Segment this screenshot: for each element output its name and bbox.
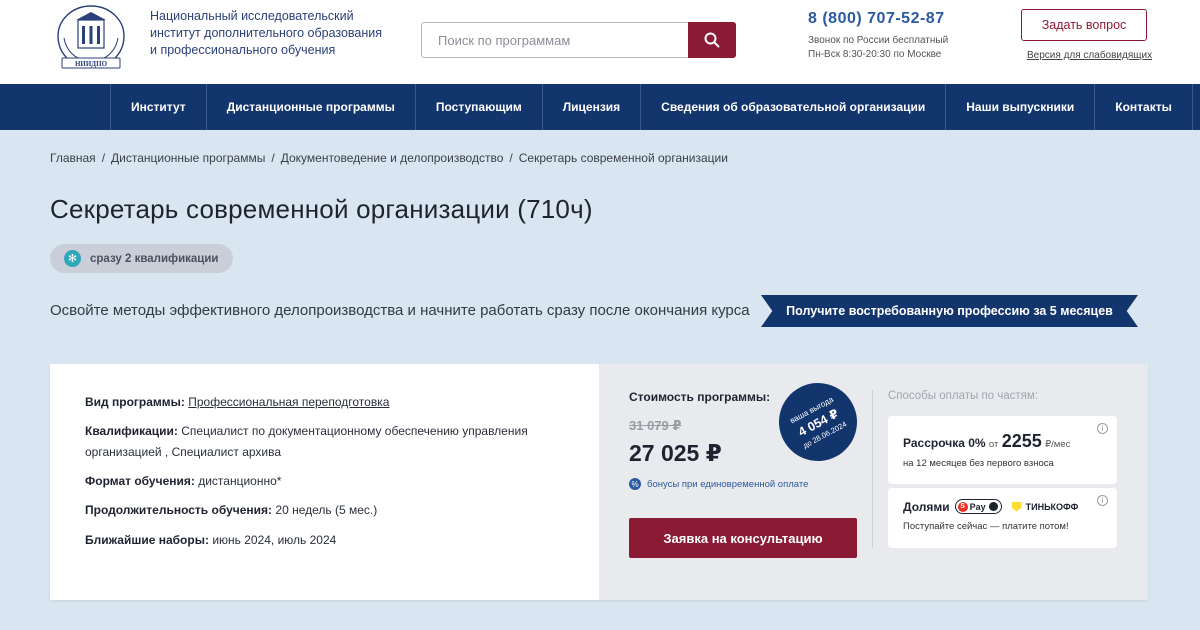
pricing-panel: Стоимость программы: 31 079 ₽ 27 025 ₽ %… <box>599 364 1148 600</box>
phone-note-line: Звонок по России бесплатный <box>808 35 949 46</box>
program-card: Вид программы: Профессиональная переподг… <box>50 364 1148 600</box>
format-label: Формат обучения: <box>85 474 195 488</box>
nav-item-graduates[interactable]: Наши выпускники <box>945 84 1094 130</box>
sberpay-logo-icon: S Pay <box>954 499 1002 514</box>
installment-note: на 12 месяцев без первого взноса <box>903 458 1054 469</box>
search-bar <box>421 22 736 58</box>
info-icon[interactable]: i <box>1097 423 1108 434</box>
ask-question-button[interactable]: Задать вопрос <box>1021 9 1147 41</box>
tinkoff-text: ТИНЬКОФФ <box>1025 501 1079 512</box>
page-title: Секретарь современной организации (710ч) <box>50 194 593 224</box>
installment-option[interactable]: i Рассрочка 0% от 2255 ₽/мес на 12 месяц… <box>888 416 1117 484</box>
phone-hours-line: Пн-Вск 8:30-20:30 по Москве <box>808 49 942 60</box>
intake-value: июнь 2024, июль 2024 <box>212 533 337 547</box>
phone-note: Звонок по России бесплатный Пн-Вск 8:30-… <box>808 34 948 62</box>
format-row: Формат обучения: дистанционно* <box>85 471 555 492</box>
nav-item-org-info[interactable]: Сведения об образовательной организации <box>640 84 945 130</box>
sparkle-icon: ✻ <box>64 250 81 267</box>
nav-item-distance-programs[interactable]: Дистанционные программы <box>205 84 415 130</box>
consultation-request-button[interactable]: Заявка на консультацию <box>629 518 857 558</box>
dolyami-label: Долями <box>903 499 950 514</box>
dolyami-option[interactable]: i Долями S Pay ТИНЬКОФФ Поступайте сейчас… <box>888 488 1117 548</box>
installment-unit: ₽/мес <box>1045 439 1071 450</box>
duration-value: 20 недель (5 мес.) <box>275 503 378 517</box>
ring-icon <box>988 502 998 511</box>
spay-text: Pay <box>969 501 986 512</box>
cost-label: Стоимость программы: <box>629 390 771 404</box>
dolyami-note: Поступайте сейчас — платите потом! <box>903 521 1069 532</box>
site-header: НИИДПО Национальный исследовательский ин… <box>0 0 1200 84</box>
accessibility-version-link[interactable]: Версия для слабовидящих <box>1027 50 1152 61</box>
search-icon <box>704 32 720 48</box>
installment-summary: Рассрочка 0% от 2255 ₽/мес <box>903 431 1070 452</box>
profession-ribbon: Получите востребованную профессию за 5 м… <box>761 295 1138 327</box>
format-value: дистанционно* <box>198 474 282 488</box>
info-icon[interactable]: i <box>1097 495 1108 506</box>
program-type-row: Вид программы: Профессиональная переподг… <box>85 392 555 413</box>
percent-icon: % <box>629 478 641 490</box>
sber-mark-icon: S <box>957 501 968 512</box>
installment-from: от <box>988 439 999 450</box>
qualifications-badge: ✻ сразу 2 квалификации <box>50 244 233 273</box>
program-type-link[interactable]: Профессиональная переподготовка <box>188 395 389 409</box>
divider <box>872 390 873 548</box>
program-type-label: Вид программы: <box>85 395 185 409</box>
tinkoff-shield-icon <box>1011 501 1022 512</box>
nav-item-institute[interactable]: Институт <box>110 84 206 130</box>
search-input[interactable] <box>422 23 688 57</box>
intake-row: Ближайшие наборы: июнь 2024, июль 2024 <box>85 530 555 551</box>
duration-label: Продолжительность обучения: <box>85 503 273 517</box>
breadcrumb-current: Секретарь современной организации <box>518 151 728 165</box>
breadcrumb-category[interactable]: Документоведение и делопроизводство <box>281 151 504 165</box>
search-button[interactable] <box>688 22 736 58</box>
breadcrumb-separator: / <box>509 151 513 165</box>
logo-text: НИИДПО <box>75 60 108 68</box>
intake-label: Ближайшие наборы: <box>85 533 209 547</box>
breadcrumb: Главная / Дистанционные программы / Документ… <box>50 151 728 165</box>
dolyami-row: Долями S Pay ТИНЬКОФФ <box>903 499 1078 514</box>
tinkoff-logo: ТИНЬКОФФ <box>1011 501 1079 512</box>
phone-number[interactable]: 8 (800) 707-52-87 <box>808 10 945 28</box>
institute-logo[interactable]: НИИДПО <box>50 2 132 70</box>
nav-item-applicants[interactable]: Поступающим <box>414 84 542 130</box>
nav-item-contacts[interactable]: Контакты <box>1094 84 1193 130</box>
installment-label: Рассрочка 0% <box>903 436 986 450</box>
page-subtitle: Освойте методы эффективного делопроизвод… <box>50 302 750 319</box>
badge-label: сразу 2 квалификации <box>90 252 219 265</box>
old-price: 31 079 ₽ <box>629 418 682 433</box>
benefit-badge: ваша выгода 4 054 ₽ до 28.06.2024 <box>765 369 871 475</box>
breadcrumb-separator: / <box>101 151 106 165</box>
qualifications-label: Квалификации: <box>85 424 178 438</box>
nav-list: Институт Дистанционные программы Поступа… <box>110 84 1193 130</box>
duration-row: Продолжительность обучения: 20 недель (5… <box>85 500 555 521</box>
installment-amount: 2255 <box>1001 431 1042 451</box>
breadcrumb-separator: / <box>271 151 275 165</box>
main-nav: Институт Дистанционные программы Поступа… <box>0 84 1200 130</box>
bonus-text: бонусы при единовременной оплате <box>647 478 809 490</box>
bonus-link[interactable]: % бонусы при единовременной оплате <box>629 478 808 490</box>
current-price: 27 025 ₽ <box>629 440 722 466</box>
program-details: Вид программы: Профессиональная переподг… <box>50 364 599 600</box>
breadcrumb-distance-programs[interactable]: Дистанционные программы <box>111 151 265 165</box>
nav-item-license[interactable]: Лицензия <box>541 84 640 130</box>
qualifications-row: Квалификации: Специалист по документацио… <box>85 421 555 463</box>
installment-options-title: Способы оплаты по частям: <box>888 390 1039 402</box>
org-name: Национальный исследовательский институт … <box>150 9 383 57</box>
breadcrumb-home[interactable]: Главная <box>50 151 96 165</box>
